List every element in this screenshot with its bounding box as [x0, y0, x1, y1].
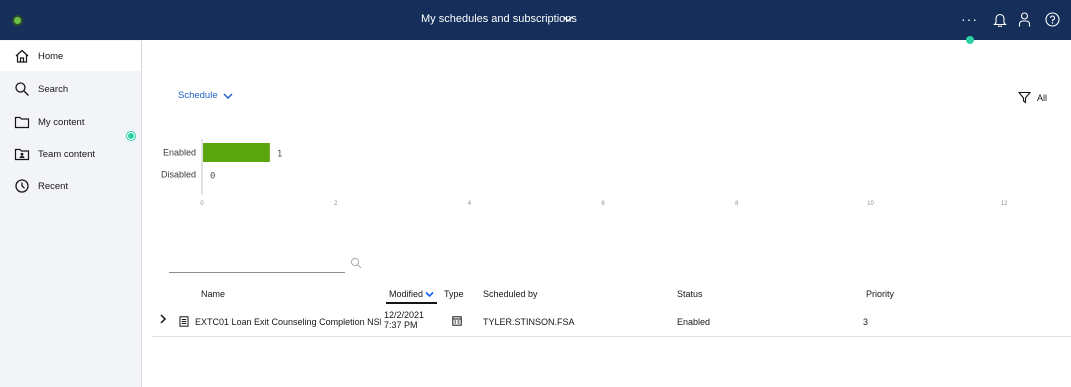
- sidebar-item-label: Home: [38, 50, 64, 62]
- modified-time: 7:37 PM: [384, 320, 418, 330]
- sidebar: Home Search My content Team content Rece…: [0, 40, 142, 387]
- search-icon: [15, 82, 29, 96]
- filter-button[interactable]: All: [1018, 91, 1047, 104]
- sort-indicator-underline: [386, 302, 437, 304]
- search-icon[interactable]: [350, 257, 362, 269]
- x-tick-label: 0: [200, 201, 204, 207]
- column-header-status[interactable]: Status: [677, 289, 703, 299]
- sidebar-item-label: Recent: [38, 180, 69, 192]
- team-folder-icon: [14, 148, 30, 161]
- column-header-scheduled-by[interactable]: Scheduled by: [483, 289, 538, 299]
- x-tick-label: 6: [601, 201, 605, 207]
- category-label: Disabled: [161, 170, 196, 180]
- scheduled-by-cell: TYLER.STINSON.FSA: [483, 317, 575, 327]
- column-header-label: Modified: [389, 289, 424, 299]
- category-label: Enabled: [163, 148, 196, 158]
- data-label: 1: [277, 150, 282, 160]
- chevron-down-icon: [223, 92, 233, 99]
- table-row[interactable]: EXTC01 Loan Exit Counseling Completion N…: [152, 307, 1071, 337]
- home-icon: [15, 49, 29, 63]
- more-options-button[interactable]: ···: [961, 12, 978, 26]
- bar-chart: Enabled 1 Disabled 0 0 2 4 6 8 10 12: [161, 139, 1008, 207]
- modified-cell: 12/2/2021 7:37 PM: [384, 310, 424, 330]
- priority-cell: 3: [863, 317, 869, 327]
- clock-icon: [15, 179, 29, 193]
- sidebar-item-home[interactable]: Home: [0, 41, 141, 71]
- status-dot: [127, 132, 135, 140]
- sidebar-item-recent[interactable]: Recent: [0, 171, 141, 201]
- search-input[interactable]: [169, 257, 345, 271]
- top-bar: My schedules and subscriptions ···: [0, 0, 1071, 40]
- report-name-link[interactable]: EXTC01 Loan Exit Counseling Completion N…: [195, 317, 381, 327]
- search-underline: [169, 272, 345, 273]
- x-tick-label: 10: [867, 201, 874, 207]
- sort-descending-icon: [425, 292, 434, 298]
- x-tick-label: 12: [1001, 201, 1008, 207]
- x-tick-label: 2: [334, 201, 338, 207]
- app-logo[interactable]: [12, 15, 23, 26]
- sidebar-item-label: Team content: [38, 148, 96, 160]
- sidebar-item-my-content[interactable]: My content: [0, 107, 141, 137]
- sidebar-item-team-content[interactable]: Team content: [0, 139, 141, 169]
- folder-icon: [14, 116, 30, 129]
- column-header-type[interactable]: Type: [444, 289, 464, 299]
- sidebar-item-label: My content: [38, 116, 85, 128]
- data-label: 0: [210, 172, 215, 182]
- modified-date: 12/2/2021: [384, 310, 425, 320]
- main-content: Schedule All Enabled 1 Disabled 0 0 2 4 6 8 10 12 …: [142, 40, 1071, 387]
- filter-icon: [1018, 91, 1031, 104]
- bell-icon[interactable]: [993, 12, 1007, 27]
- sidebar-item-label: Search: [38, 83, 69, 95]
- filter-label: All: [1037, 92, 1048, 103]
- schedule-type-icon: [452, 316, 462, 326]
- schedule-status-chart: Enabled 1 Disabled 0 0 2 4 6 8 10 12: [142, 135, 1071, 215]
- column-header-modified[interactable]: Modified: [389, 289, 434, 299]
- page-title[interactable]: My schedules and subscriptions: [421, 13, 577, 25]
- view-selector-dropdown[interactable]: Schedule: [178, 90, 233, 101]
- column-header-priority[interactable]: Priority: [866, 289, 894, 299]
- sidebar-item-search[interactable]: Search: [0, 74, 141, 104]
- x-tick-label: 8: [735, 201, 739, 207]
- view-selector-label: Schedule: [178, 90, 218, 101]
- chevron-down-icon[interactable]: [563, 15, 573, 23]
- status-cell: Enabled: [677, 317, 711, 327]
- x-tick-label: 4: [468, 201, 472, 207]
- bar: [203, 143, 270, 162]
- column-header-name[interactable]: Name: [201, 289, 225, 299]
- chevron-right-icon[interactable]: [159, 314, 167, 324]
- help-icon[interactable]: [1045, 12, 1060, 27]
- report-icon: [179, 316, 189, 327]
- user-icon[interactable]: [1018, 12, 1031, 27]
